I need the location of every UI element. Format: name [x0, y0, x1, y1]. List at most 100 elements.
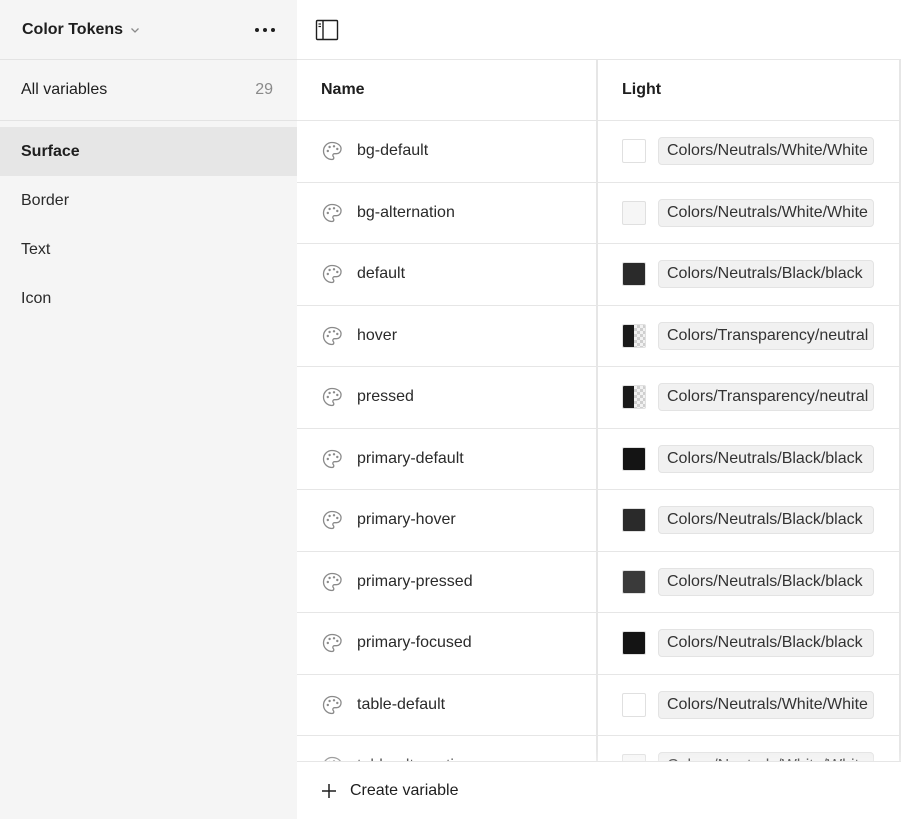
variable-name-cell[interactable]: default — [297, 244, 598, 305]
sidebar-group-surface[interactable]: Surface — [0, 127, 297, 176]
palette-icon — [322, 695, 342, 714]
alias-pill[interactable]: Colors/Transparency/neutral — [658, 321, 874, 350]
create-variable-button[interactable]: Create variable — [297, 761, 901, 819]
light-value-cell[interactable]: Colors/Neutrals/White/White — [598, 121, 901, 182]
variable-name: primary-hover — [357, 511, 456, 529]
light-value-cell[interactable]: Colors/Neutrals/Black/black — [598, 490, 901, 551]
variable-name: table-default — [357, 695, 446, 713]
variable-name-cell[interactable]: primary-hover — [297, 490, 598, 551]
table-row[interactable]: bg-default Colors/Neutrals/White/White — [297, 121, 901, 183]
table-row[interactable]: primary-hover Colors/Neutrals/Black/black — [297, 490, 901, 552]
sidebar-header: Color Tokens — [0, 0, 297, 60]
create-variable-label: Create variable — [350, 781, 459, 799]
table-row[interactable]: primary-focused Colors/Neutrals/Black/bla… — [297, 613, 901, 675]
group-list: Surface Border Text Icon — [0, 121, 297, 323]
table-row[interactable]: hover Colors/Transparency/neutral — [297, 305, 901, 367]
color-swatch — [622, 631, 646, 656]
palette-icon — [322, 265, 342, 284]
palette-icon — [322, 388, 342, 407]
column-header-name[interactable]: Name — [297, 60, 598, 120]
variable-name: primary-focused — [357, 634, 472, 652]
variable-name: hover — [357, 326, 398, 344]
table-row[interactable]: bg-alternation Colors/Neutrals/White/Whit… — [297, 182, 901, 244]
table-row[interactable]: table-default Colors/Neutrals/White/White — [297, 674, 901, 736]
color-swatch — [622, 569, 646, 594]
variable-name: primary-default — [357, 449, 464, 467]
sidebar-group-border[interactable]: Border — [0, 176, 297, 225]
color-swatch — [622, 754, 646, 761]
all-variables-item[interactable]: All variables 29 — [0, 60, 297, 121]
plus-icon — [322, 783, 336, 798]
sidebar-group-text[interactable]: Text — [0, 225, 297, 274]
more-horizontal-icon — [255, 27, 259, 32]
color-swatch — [622, 692, 646, 717]
light-value-cell[interactable]: Colors/Neutrals/Black/black — [598, 244, 901, 305]
main-panel: Name Light bg-default Colors/Neutrals/Whi… — [297, 0, 901, 819]
variable-name-cell[interactable]: primary-pressed — [297, 551, 598, 612]
palette-icon — [322, 449, 342, 468]
variable-name-cell[interactable]: primary-default — [297, 428, 598, 489]
light-value-cell[interactable]: Colors/Neutrals/Black/black — [598, 428, 901, 489]
light-value-cell[interactable]: Colors/Neutrals/White/White — [598, 182, 901, 243]
variable-name: bg-alternation — [357, 203, 455, 221]
alias-pill[interactable]: Colors/Neutrals/White/White — [658, 690, 874, 719]
color-swatch — [622, 262, 646, 287]
all-variables-label: All variables — [21, 81, 108, 98]
alias-pill[interactable]: Colors/Neutrals/Black/black — [658, 567, 874, 596]
palette-icon — [322, 326, 342, 345]
alias-pill[interactable]: Colors/Neutrals/White/White — [658, 137, 874, 166]
variable-name: pressed — [357, 388, 414, 406]
variable-name: default — [357, 265, 406, 283]
more-options-button[interactable] — [251, 24, 279, 36]
alias-pill[interactable]: Colors/Neutrals/White/White — [658, 752, 874, 761]
light-value-cell[interactable]: Colors/Neutrals/White/White — [598, 736, 901, 761]
light-value-cell[interactable]: Colors/Neutrals/White/White — [598, 674, 901, 735]
table-row[interactable]: primary-default Colors/Neutrals/Black/bla… — [297, 428, 901, 490]
palette-icon — [322, 634, 342, 653]
light-value-cell[interactable]: Colors/Neutrals/Black/black — [598, 551, 901, 612]
palette-icon — [322, 572, 342, 591]
alias-pill[interactable]: Colors/Neutrals/Black/black — [658, 629, 874, 658]
palette-icon — [322, 142, 342, 161]
alias-pill[interactable]: Colors/Neutrals/Black/black — [658, 506, 874, 535]
table-row[interactable]: default Colors/Neutrals/Black/black — [297, 244, 901, 306]
sidebar: Color Tokens All variables 29 Surface Bor… — [0, 0, 297, 819]
alias-pill[interactable]: Colors/Transparency/neutral — [658, 383, 874, 412]
color-swatch — [622, 446, 646, 471]
variables-table: Name Light bg-default Colors/Neutrals/Whi… — [297, 59, 901, 761]
table-row[interactable]: table-alternation Colors/Neutrals/White/W… — [297, 736, 901, 761]
variable-name: primary-pressed — [357, 572, 473, 590]
variable-name-cell[interactable]: bg-default — [297, 121, 598, 182]
table-body: bg-default Colors/Neutrals/White/White bg-… — [297, 121, 901, 761]
light-value-cell[interactable]: Colors/Transparency/neutral — [598, 305, 901, 366]
color-swatch — [622, 508, 646, 533]
collection-selector[interactable]: Color Tokens — [22, 21, 141, 39]
variable-name-cell[interactable]: bg-alternation — [297, 182, 598, 243]
variable-name-cell[interactable]: hover — [297, 305, 598, 366]
variable-name-cell[interactable]: pressed — [297, 367, 598, 428]
light-value-cell[interactable]: Colors/Transparency/neutral — [598, 367, 901, 428]
table-header: Name Light — [297, 59, 901, 121]
toolbar — [297, 0, 901, 60]
variable-name-cell[interactable]: table-default — [297, 674, 598, 735]
palette-icon — [322, 511, 342, 530]
color-swatch — [622, 139, 646, 164]
alias-pill[interactable]: Colors/Neutrals/Black/black — [658, 260, 874, 289]
color-swatch — [622, 323, 646, 348]
collection-name: Color Tokens — [22, 20, 124, 38]
light-value-cell[interactable]: Colors/Neutrals/Black/black — [598, 613, 901, 674]
sidebar-group-icon[interactable]: Icon — [0, 274, 297, 323]
palette-icon — [322, 203, 342, 222]
variables-count: 29 — [255, 81, 273, 98]
chevron-down-icon — [131, 27, 140, 33]
variable-name-cell[interactable]: primary-focused — [297, 613, 598, 674]
alias-pill[interactable]: Colors/Neutrals/White/White — [658, 198, 874, 227]
color-swatch — [622, 200, 646, 225]
column-header-light[interactable]: Light — [598, 60, 901, 120]
color-swatch — [622, 385, 646, 410]
variable-name-cell[interactable]: table-alternation — [297, 736, 598, 761]
table-row[interactable]: pressed Colors/Transparency/neutral — [297, 367, 901, 429]
alias-pill[interactable]: Colors/Neutrals/Black/black — [658, 444, 874, 473]
sidebar-toggle-icon[interactable] — [315, 18, 339, 42]
table-row[interactable]: primary-pressed Colors/Neutrals/Black/bla… — [297, 551, 901, 613]
